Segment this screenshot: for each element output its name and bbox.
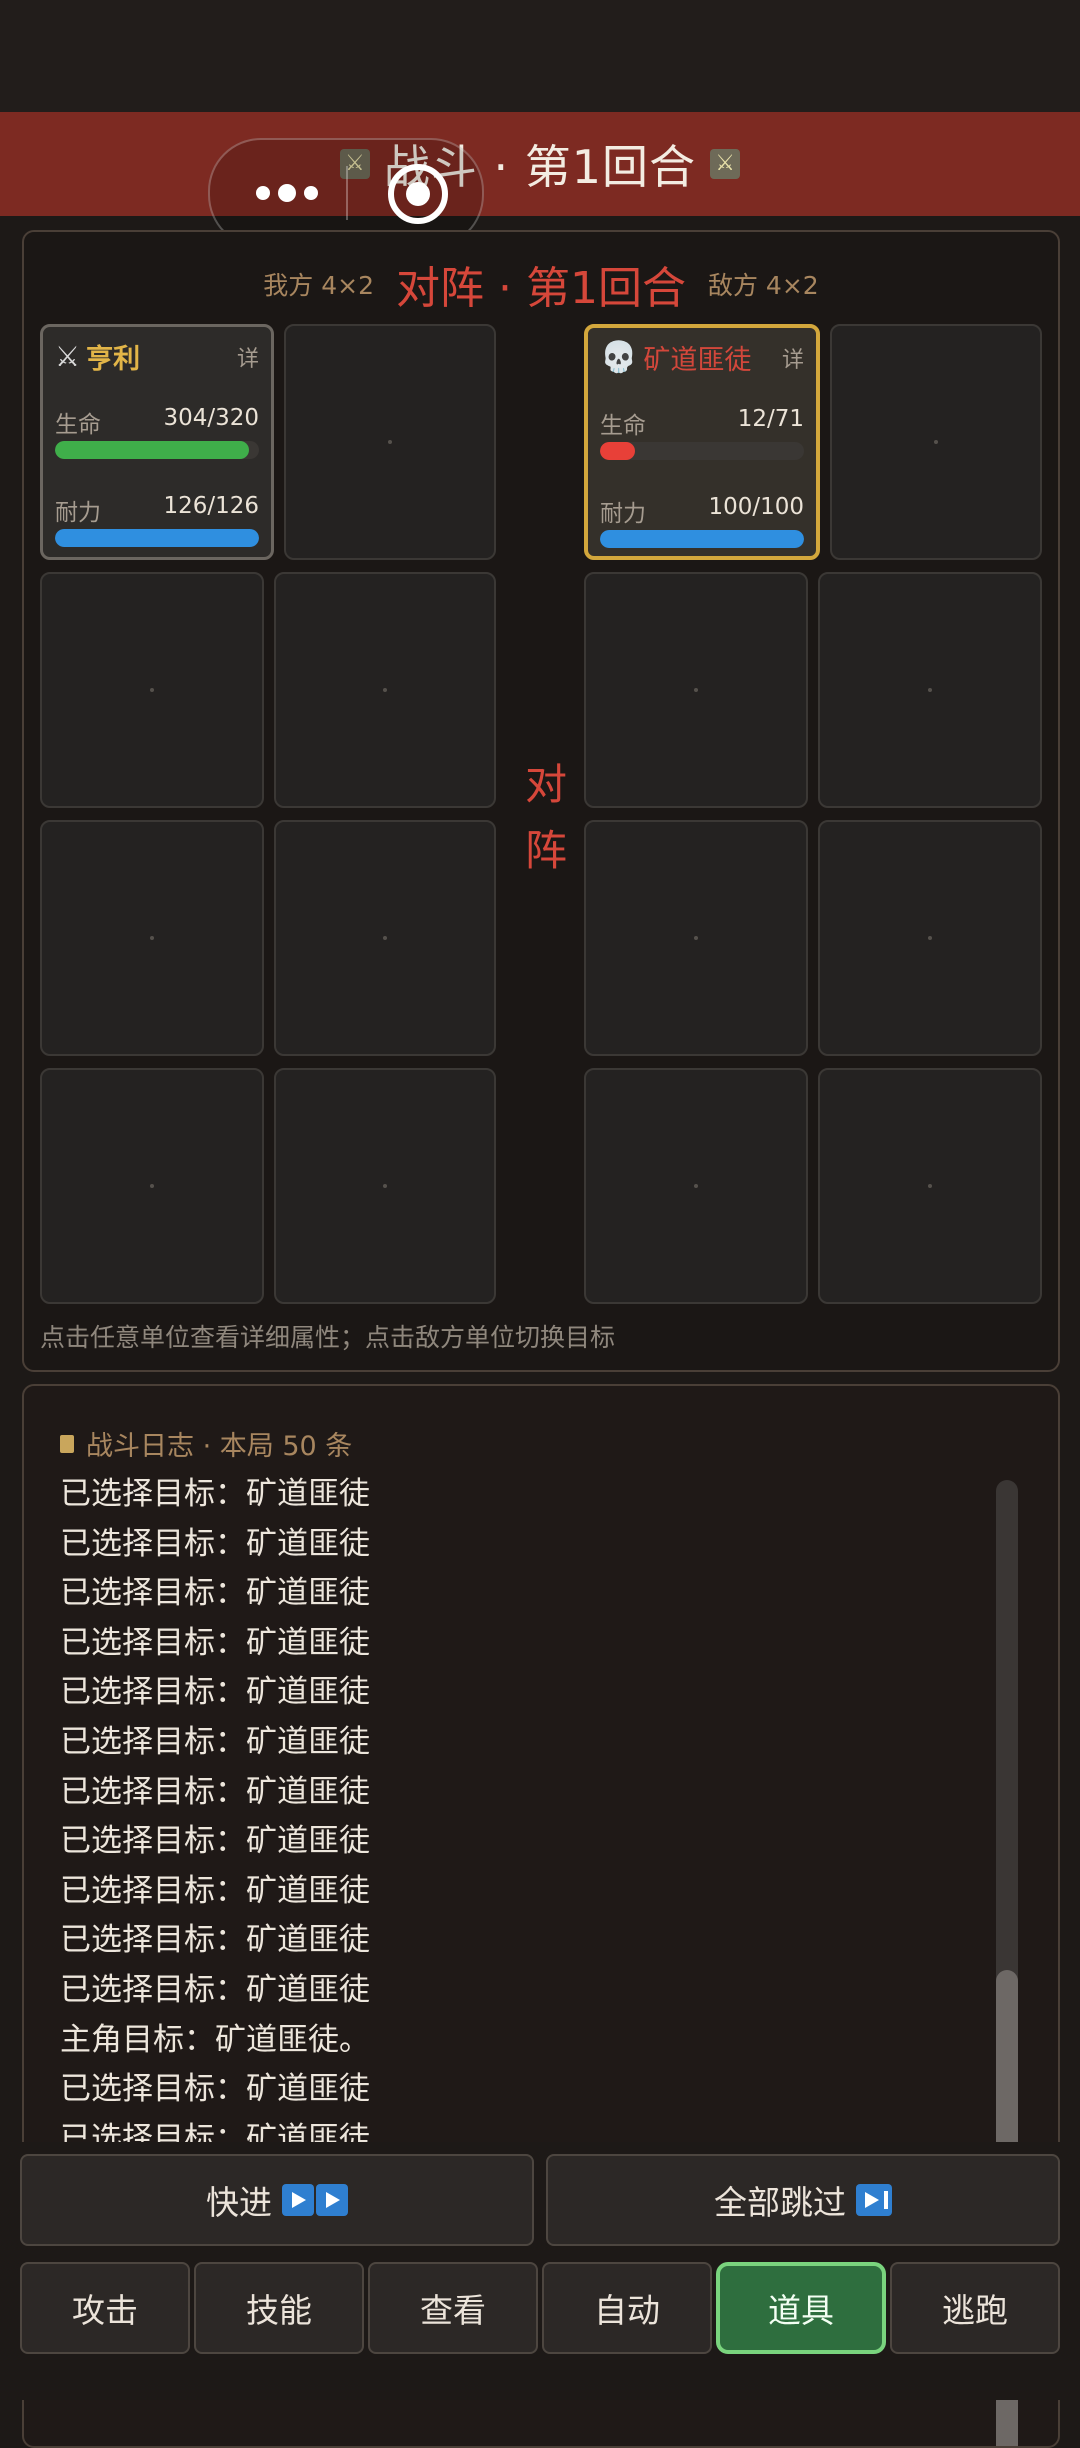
title-bar: ⚔ 战斗 · 第1回合 ⚔ [0,112,1080,216]
ally-stamina-value: 126/126 [163,493,259,519]
ally-empty-slot[interactable] [40,572,264,808]
log-entry: 已选择目标：矿道匪徒 [60,1823,370,1860]
scroll-icon [60,1434,74,1453]
battlefield-header: 我方 4×2 对阵 · 第1回合 敌方 4×2 [24,254,1058,314]
enemy-empty-slot[interactable] [584,572,808,808]
stamina-label: 耐力 [600,501,646,527]
crossed-swords-icon: ⚔ [55,340,81,373]
fast-forward-icon [282,2184,348,2216]
item-button[interactable]: 道具 [716,2262,886,2354]
enemy-empty-slot[interactable] [830,324,1042,560]
enemy-empty-slot[interactable] [584,1068,808,1304]
ally-empty-slot[interactable] [40,820,264,1056]
log-entry: 已选择目标：矿道匪徒 [60,1674,370,1711]
ally-stamina-bar [55,529,259,547]
log-entry: 已选择目标：矿道匪徒 [60,1773,370,1810]
enemy-stamina-value: 100/100 [708,494,804,520]
enemy-hp-bar [600,442,804,460]
log-entry: 主角目标：矿道匪徒。 [60,2021,370,2058]
flee-button[interactable]: 逃跑 [890,2262,1060,2354]
ally-unit-name: 亨利 [86,344,141,375]
enemy-hp-value: 12/71 [737,406,804,432]
close-miniprogram-icon[interactable] [388,164,448,224]
skill-button[interactable]: 技能 [194,2262,364,2354]
log-entry: 已选择目标：矿道匪徒 [60,1575,370,1612]
battlefield-hint: 点击任意单位查看详细属性；点击敌方单位切换目标 [40,1323,616,1352]
ally-unit-detail-link[interactable]: 详 [237,341,259,373]
hp-label: 生命 [600,413,646,439]
battle-log-list: 已选择目标：矿道匪徒 已选择目标：矿道匪徒 已选择目标：矿道匪徒 已选择目标：矿道匪徒… [60,1470,960,2164]
enemy-stamina-bar [600,530,804,548]
more-icon[interactable] [250,176,320,210]
battlefield-panel: 我方 4×2 对阵 · 第1回合 敌方 4×2 ⚔ 亨利 详 生命 304/32… [22,230,1060,1372]
skip-to-end-icon [856,2184,892,2216]
enemy-unit-card[interactable]: 💀 矿道匪徒 详 生命 12/71 耐力 100/100 [584,324,820,560]
hp-label: 生命 [55,412,101,438]
log-entry: 已选择目标：矿道匪徒 [60,1971,370,2008]
log-entry: 已选择目标：矿道匪徒 [60,1476,370,1512]
log-entry: 已选择目标：矿道匪徒 [60,2071,370,2108]
status-bar [0,0,1080,112]
log-entry: 已选择目标：矿道匪徒 [60,1922,370,1959]
enemy-empty-slot[interactable] [818,1068,1042,1304]
skull-icon: 💀 [600,340,638,375]
enemy-unit-detail-link[interactable]: 详 [782,342,804,374]
attack-button[interactable]: 攻击 [20,2262,190,2354]
enemy-empty-slot[interactable] [584,820,808,1056]
stamina-label: 耐力 [55,500,101,526]
ally-hp-bar [55,441,259,459]
fast-forward-button[interactable]: 快进 [20,2154,534,2246]
log-entry: 已选择目标：矿道匪徒 [60,1624,370,1661]
battlefield-title: 对阵 · 第1回合 [396,263,686,314]
ally-unit-card[interactable]: ⚔ 亨利 详 生命 304/320 耐力 126/126 [40,324,274,560]
vs-label: 对 阵 [524,760,567,875]
battle-log-title: 战斗日志 · 本局 50 条 [86,1431,353,1462]
enemy-empty-slot[interactable] [818,572,1042,808]
auto-button[interactable]: 自动 [542,2262,712,2354]
skip-all-button[interactable]: 全部跳过 [546,2154,1060,2246]
ally-formation-label: 我方 4×2 [263,271,375,300]
log-entry: 已选择目标：矿道匪徒 [60,1525,370,1562]
enemy-formation-label: 敌方 4×2 [707,271,819,300]
log-entry: 已选择目标：矿道匪徒 [60,1872,370,1909]
inspect-button[interactable]: 查看 [368,2262,538,2354]
ally-empty-slot[interactable] [274,572,496,808]
bottom-controls: 快进 全部跳过 攻击 技能 查看 自动 道具 逃跑 [0,2142,1080,2400]
ally-empty-slot[interactable] [274,820,496,1056]
ally-hp-value: 304/320 [163,405,259,431]
ally-empty-slot[interactable] [40,1068,264,1304]
log-entry: 已选择目标：矿道匪徒 [60,1723,370,1760]
ally-empty-slot[interactable] [284,324,496,560]
enemy-unit-name: 矿道匪徒 [643,345,752,376]
crossed-swords-icon: ⚔ [710,149,741,179]
ally-empty-slot[interactable] [274,1068,496,1304]
enemy-empty-slot[interactable] [818,820,1042,1056]
